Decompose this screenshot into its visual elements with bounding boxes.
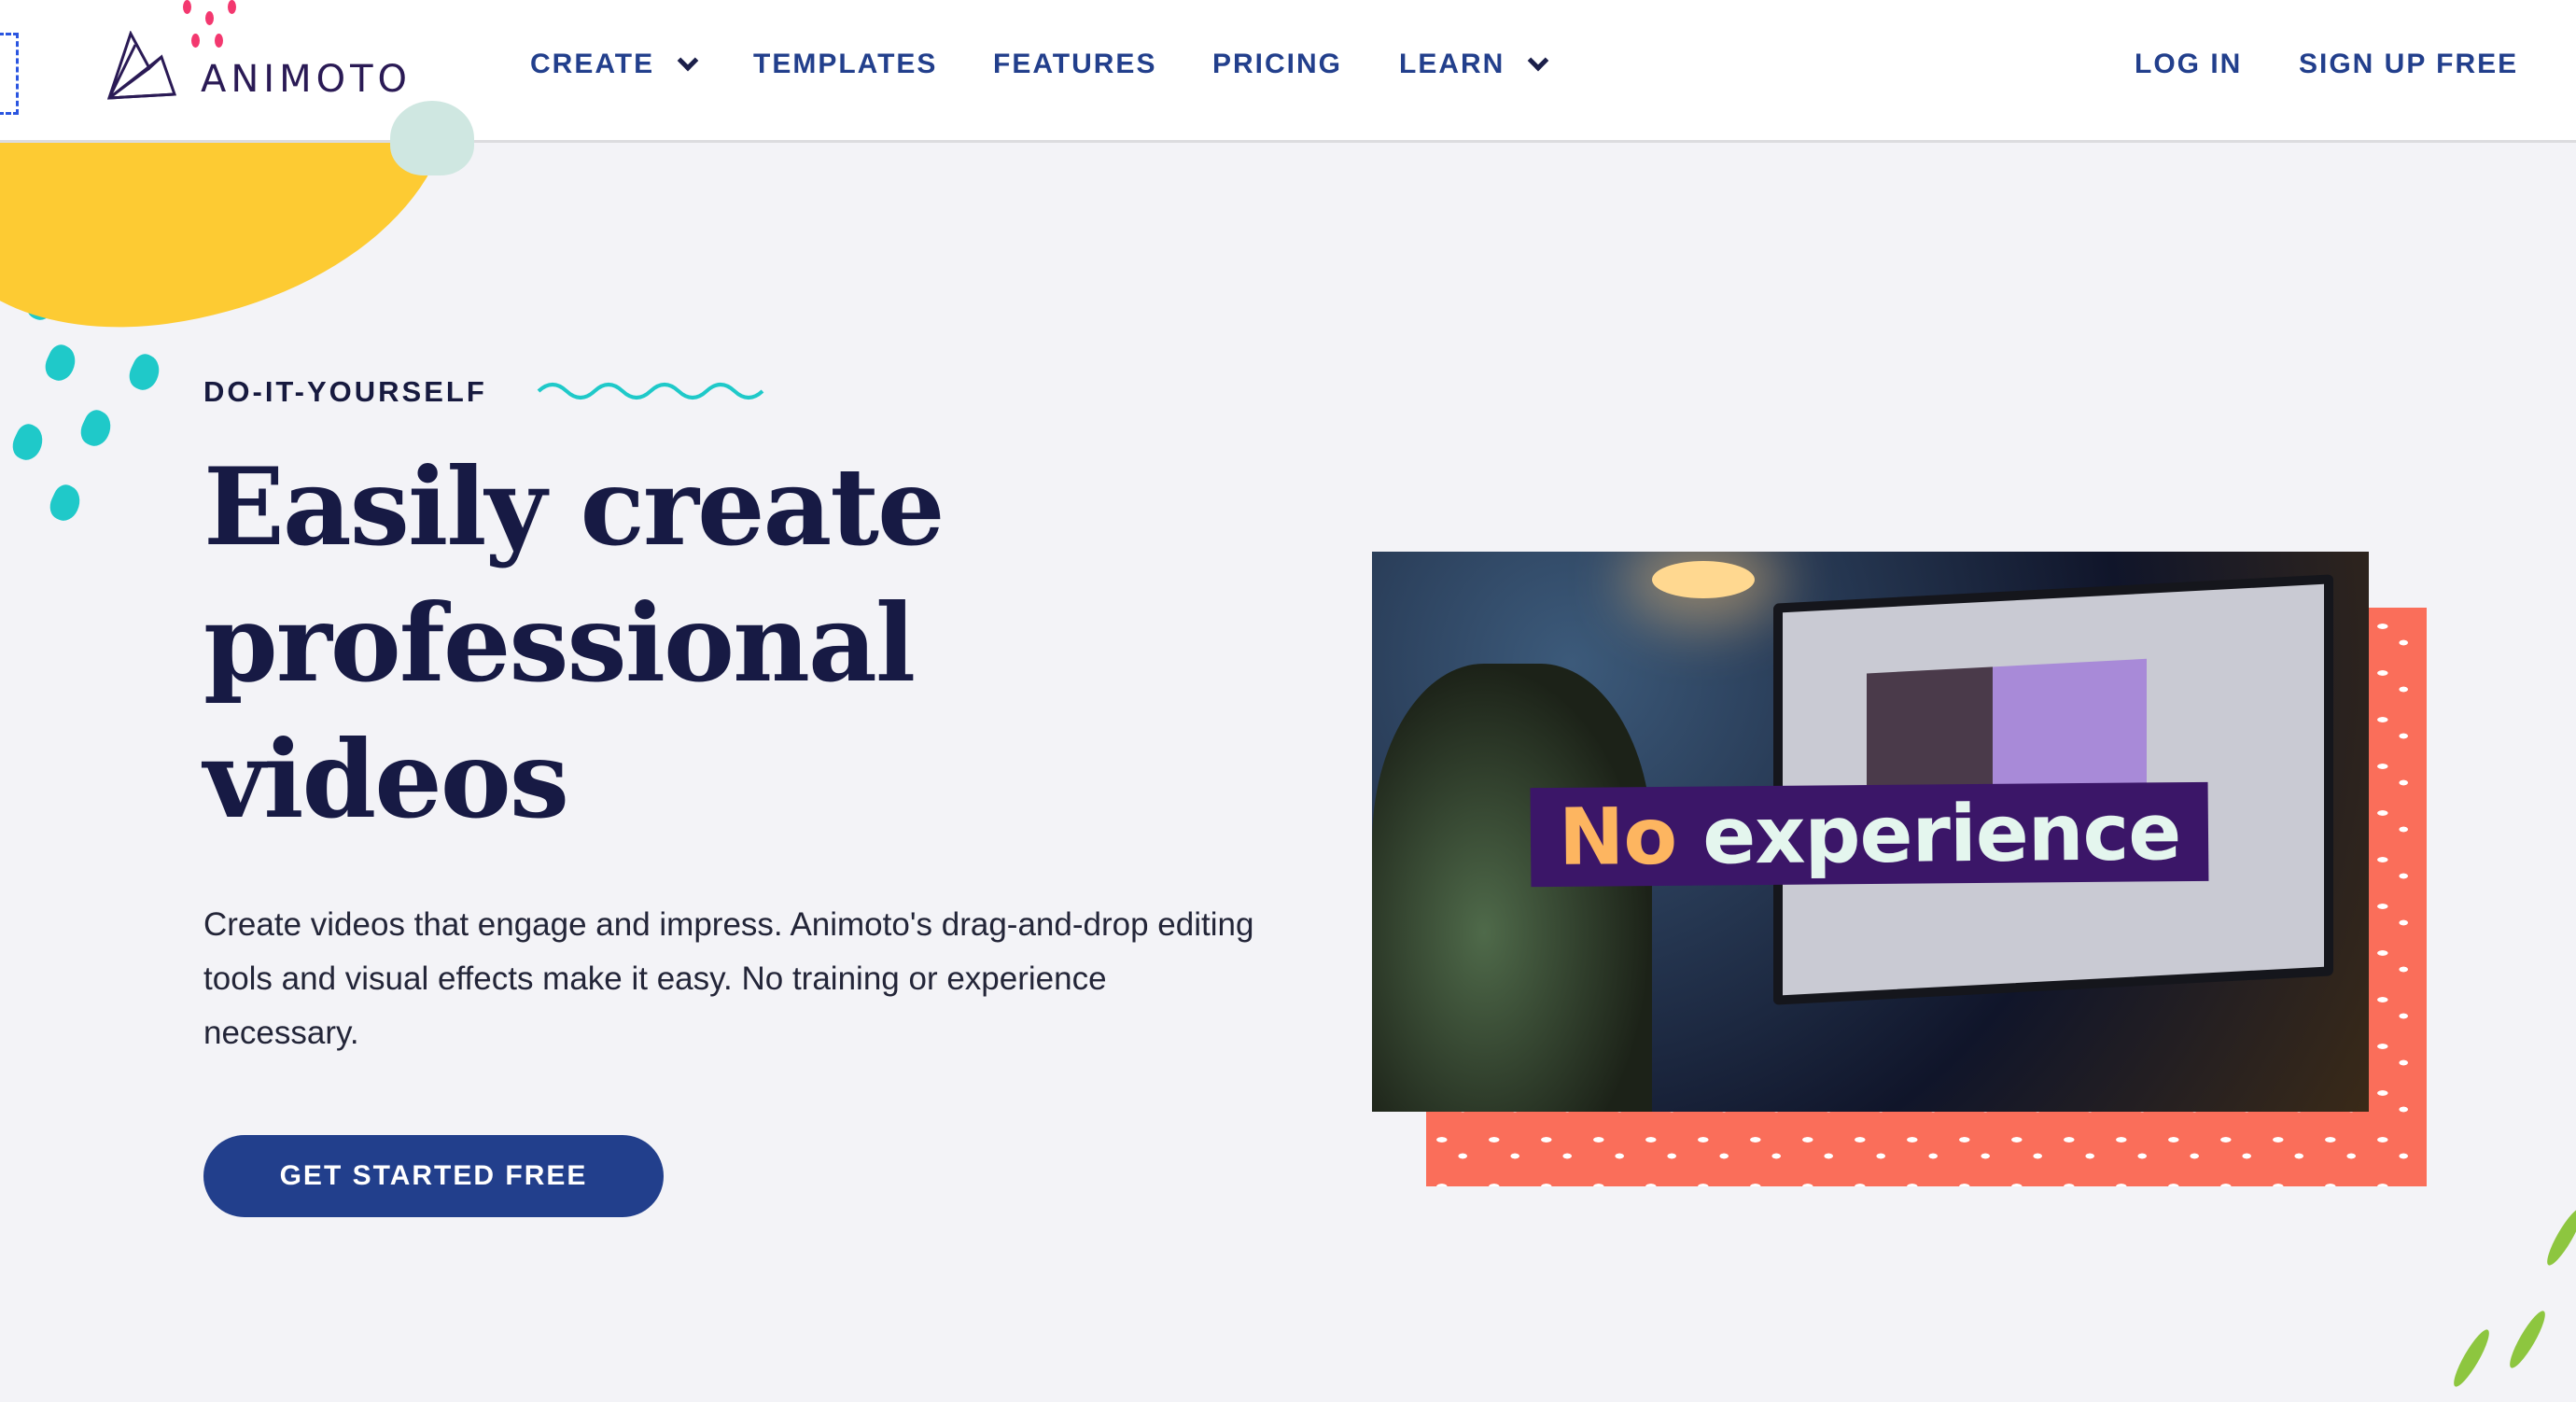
- focus-outline: [0, 33, 19, 115]
- nav-templates-label: TEMPLATES: [753, 49, 938, 79]
- pink-dot: [228, 0, 236, 14]
- lamp-light: [1652, 561, 1755, 598]
- nav-pricing[interactable]: PRICING: [1212, 49, 1342, 80]
- nav-features-label: FEATURES: [993, 49, 1157, 79]
- chevron-down-icon: [1528, 49, 1549, 72]
- logo-text: ANIMOTO: [201, 58, 412, 101]
- chevron-down-icon: [677, 49, 699, 72]
- site-header: ANIMOTO CREATE TEMPLATES FEATURES PRICIN…: [0, 0, 2576, 143]
- teal-dot: [76, 406, 117, 451]
- nav-create-label: CREATE: [530, 49, 655, 79]
- login-label: LOG IN: [2135, 49, 2243, 79]
- login-link[interactable]: LOG IN: [2135, 49, 2242, 80]
- pink-dot: [191, 34, 200, 48]
- animoto-logo[interactable]: ANIMOTO: [107, 30, 412, 101]
- wave-decoration: [537, 383, 764, 400]
- leaf-decoration: [2448, 1325, 2495, 1391]
- nav-pricing-label: PRICING: [1212, 49, 1343, 79]
- mint-blob-decoration: [390, 101, 474, 175]
- hero-description: Create videos that engage and impress. A…: [203, 906, 1254, 1051]
- teal-dot: [7, 420, 49, 465]
- page-title: Easily create professional videos: [203, 444, 945, 842]
- person-silhouette: [1372, 664, 1652, 1112]
- hero-video[interactable]: No experience: [1372, 552, 2369, 1112]
- video-caption: No experience: [1530, 781, 2209, 888]
- signup-label: SIGN UP FREE: [2299, 49, 2519, 79]
- nav-templates[interactable]: TEMPLATES: [753, 49, 937, 80]
- teal-dot: [40, 341, 81, 386]
- pink-dot: [183, 0, 191, 14]
- nav-create[interactable]: CREATE: [530, 49, 699, 80]
- leaf-decoration: [2504, 1307, 2551, 1372]
- teal-dot: [45, 481, 86, 526]
- nav-learn-label: LEARN: [1399, 49, 1505, 79]
- eyebrow-label: DO-IT-YOURSELF: [203, 375, 487, 408]
- nav-features[interactable]: FEATURES: [993, 49, 1156, 80]
- nav-learn[interactable]: LEARN: [1399, 49, 1549, 80]
- pink-dot: [215, 34, 223, 48]
- leaf-decoration: [2541, 1204, 2576, 1269]
- pink-dot: [205, 11, 214, 25]
- teal-dot: [124, 350, 165, 395]
- get-started-button[interactable]: GET STARTED FREE: [203, 1135, 664, 1217]
- signup-link[interactable]: SIGN UP FREE: [2299, 49, 2518, 80]
- animoto-fan-icon: [107, 30, 177, 100]
